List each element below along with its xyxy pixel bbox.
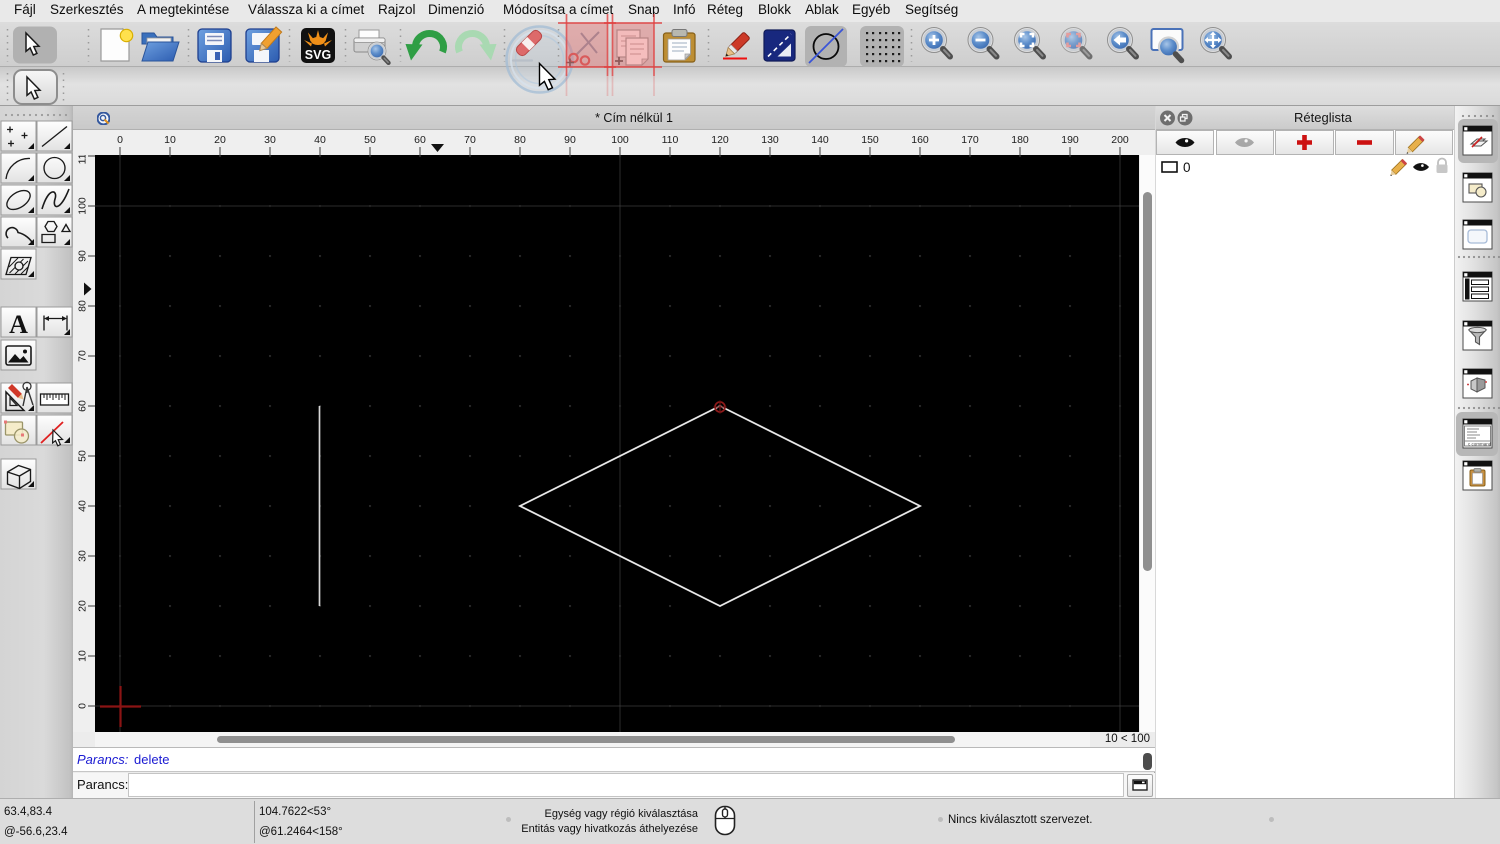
svg-text:90: 90 — [564, 134, 576, 146]
svg-text:10: 10 — [164, 134, 176, 146]
svg-text:120: 120 — [711, 134, 729, 146]
svg-text:200: 200 — [1111, 134, 1129, 146]
svg-text:140: 140 — [811, 134, 829, 146]
svg-text:10: 10 — [77, 650, 89, 662]
svg-text:70: 70 — [77, 350, 89, 362]
svg-text:80: 80 — [77, 300, 89, 312]
svg-text:30: 30 — [77, 550, 89, 562]
svg-text:c command: c command — [1468, 442, 1492, 447]
svg-text:50: 50 — [364, 134, 376, 146]
svg-text:60: 60 — [77, 400, 89, 412]
svg-text:50: 50 — [77, 450, 89, 462]
svg-text:180: 180 — [1011, 134, 1029, 146]
svg-text:30: 30 — [264, 134, 276, 146]
svg-text:A: A — [9, 310, 28, 339]
svg-text:80: 80 — [514, 134, 526, 146]
svg-text:110: 110 — [662, 134, 679, 146]
svg-text:0: 0 — [77, 703, 89, 709]
svg-text:100: 100 — [77, 197, 89, 215]
svg-text:20: 20 — [77, 600, 89, 612]
svg-text:70: 70 — [464, 134, 476, 146]
svg-text:130: 130 — [761, 134, 779, 146]
svg-text:190: 190 — [1061, 134, 1079, 146]
svg-text:40: 40 — [77, 500, 89, 512]
svg-text:60: 60 — [414, 134, 426, 146]
svg-text:20: 20 — [214, 134, 226, 146]
svg-text:0: 0 — [1183, 160, 1191, 175]
svg-text:100: 100 — [611, 134, 629, 146]
svg-text:0: 0 — [117, 134, 123, 146]
svg-text:SVG: SVG — [305, 48, 331, 62]
svg-text:150: 150 — [861, 134, 879, 146]
svg-text:110: 110 — [77, 155, 89, 164]
svg-text:160: 160 — [911, 134, 929, 146]
svg-text:170: 170 — [961, 134, 979, 146]
svg-text:40: 40 — [314, 134, 326, 146]
svg-text:90: 90 — [77, 250, 89, 262]
